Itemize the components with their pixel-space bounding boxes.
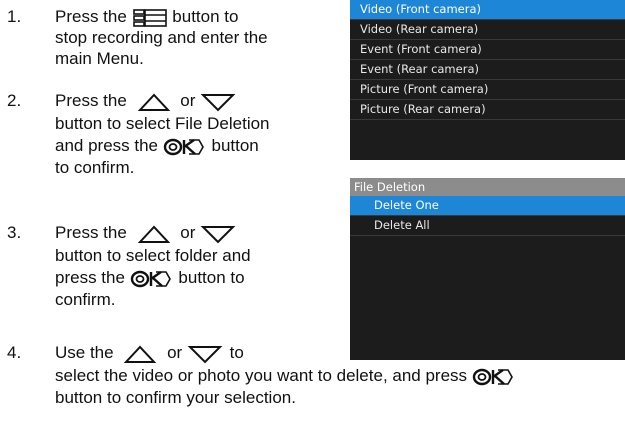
ok-button-icon [130, 270, 171, 287]
step-text: to [229, 343, 244, 362]
down-triangle-icon [187, 345, 223, 363]
up-triangle-icon [137, 93, 170, 111]
step-number: 3. [7, 223, 22, 242]
step-number: 1. [7, 7, 22, 26]
menu-item-delete-all[interactable]: Delete All [350, 216, 625, 236]
step-text: Press the [55, 223, 127, 242]
step-text: button to confirm your selection. [55, 388, 296, 407]
step-text: button to select folder and [55, 246, 251, 265]
step-number: 4. [7, 343, 22, 362]
menu-item-event-rear[interactable]: Event (Rear camera) [350, 60, 625, 80]
step-text: press the [55, 268, 125, 287]
folder-menu-screen: Video (Front camera) Video (Rear camera)… [350, 0, 625, 160]
step-text: and press the [55, 136, 159, 155]
menu-item-picture-front[interactable]: Picture (Front camera) [350, 80, 625, 100]
step-text: main Menu. [55, 49, 144, 68]
file-deletion-screen: File Deletion Delete One Delete All [350, 178, 625, 360]
menu-item-delete-one[interactable]: Delete One [350, 196, 625, 216]
step-text: button to [178, 268, 245, 287]
up-triangle-icon [124, 345, 157, 363]
menu-item-video-rear[interactable]: Video (Rear camera) [350, 20, 625, 40]
step-text: Press the [55, 91, 127, 110]
step-3: 3. Press the or button to select folder … [0, 222, 340, 327]
step-text: button to select File Deletion [55, 114, 270, 133]
step-text: stop recording and enter the [55, 28, 268, 47]
step-text: to confirm. [55, 158, 135, 177]
up-triangle-icon [137, 225, 170, 243]
down-triangle-icon [200, 225, 236, 243]
step-text: confirm. [55, 290, 116, 309]
menu-header: File Deletion [350, 178, 625, 196]
step-text: or [167, 343, 183, 362]
ok-button-icon [163, 138, 204, 155]
step-text: Press the [55, 7, 127, 26]
step-number: 2. [7, 91, 22, 110]
menu-item-picture-rear[interactable]: Picture (Rear camera) [350, 100, 625, 120]
menu-item-event-front[interactable]: Event (Front camera) [350, 40, 625, 60]
step-text: button [211, 136, 259, 155]
step-text: select the video or photo you want to de… [55, 366, 468, 385]
step-text: or [180, 223, 196, 242]
step-2: 2. Press the or button to select File De… [0, 90, 340, 195]
ok-button-icon [472, 368, 513, 385]
step-text: or [180, 91, 196, 110]
menu-item-video-front[interactable]: Video (Front camera) [350, 0, 625, 20]
step-text: Use the [55, 343, 114, 362]
step-1: 1. Press the button to stop recording an… [0, 0, 340, 90]
menu-icon [132, 8, 167, 27]
step-text: button to [172, 7, 239, 26]
down-triangle-icon [200, 93, 236, 111]
